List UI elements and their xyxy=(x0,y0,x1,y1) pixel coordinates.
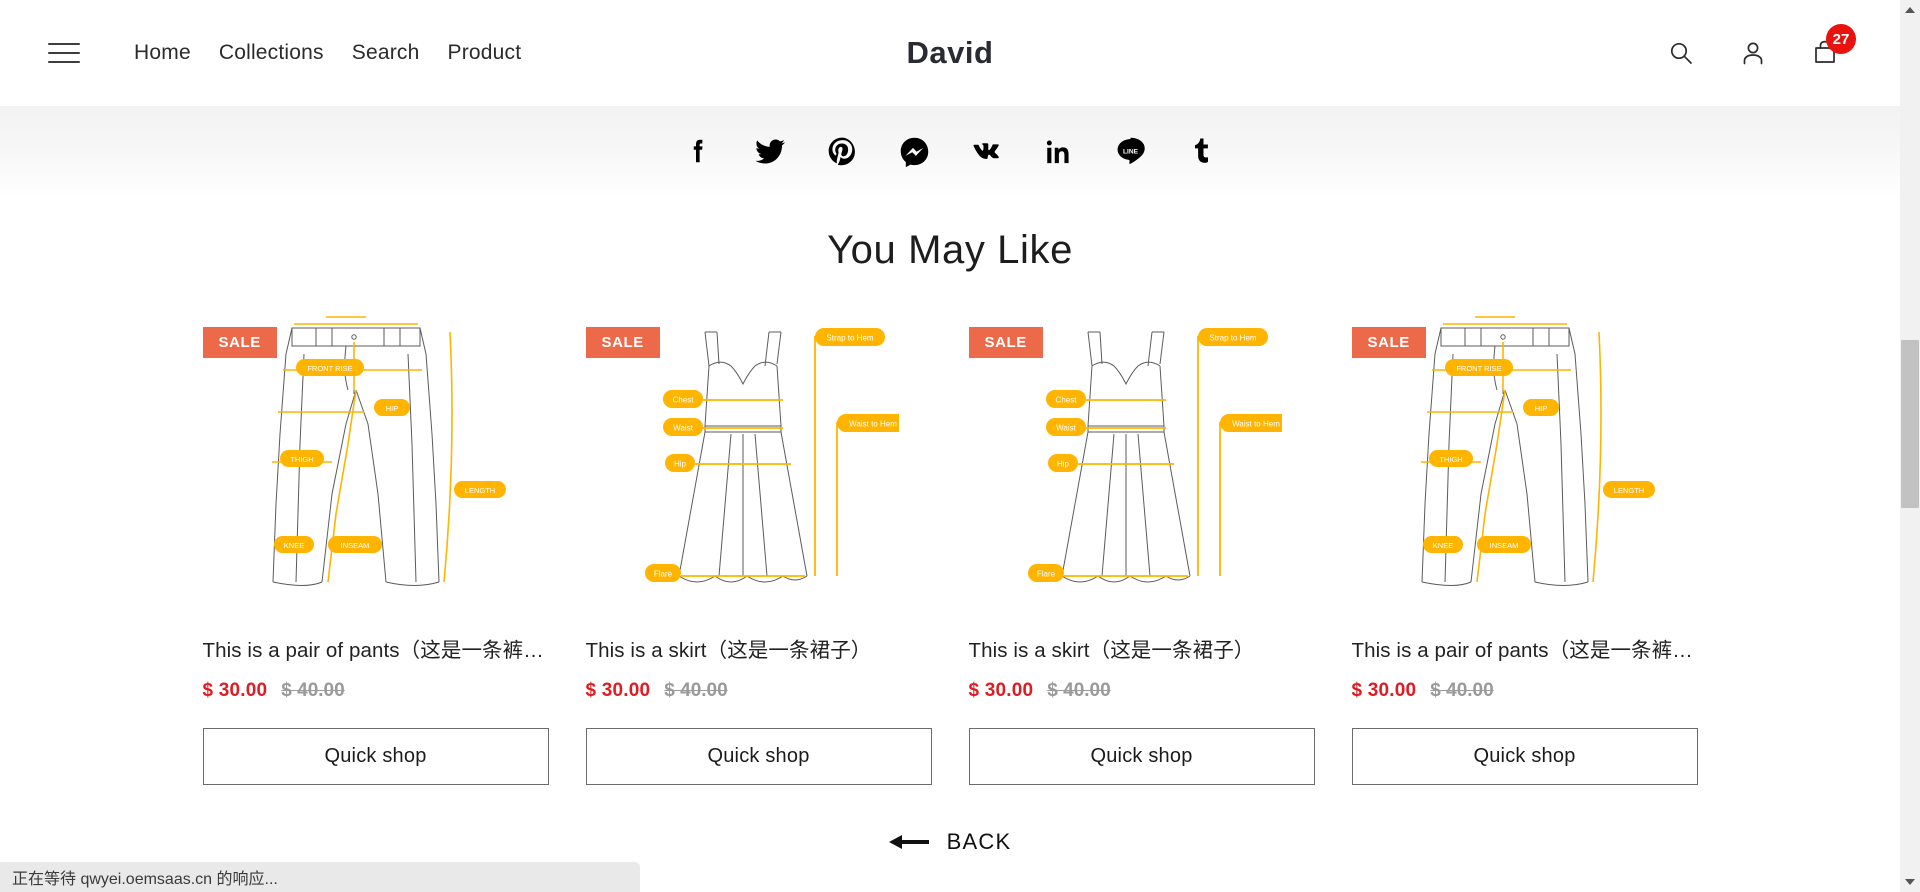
product-price: $ 30.00 $ 40.00 xyxy=(1352,680,1698,702)
product-card: SALE xyxy=(585,309,932,785)
site-header: Home Collections Search Product David 27 xyxy=(0,0,1900,106)
quick-shop-button[interactable]: Quick shop xyxy=(1351,728,1698,785)
measure-label: LENGTH xyxy=(1613,486,1643,495)
measure-label: INSEAM xyxy=(340,541,369,550)
nav-item-home[interactable]: Home xyxy=(120,35,205,71)
browser-status-bar: 正在等待 qwyei.oemsaas.cn 的响应... xyxy=(0,862,640,892)
pinterest-icon[interactable] xyxy=(819,128,865,174)
measure-label: FRONT RISE xyxy=(307,364,352,373)
measure-label: KNEE xyxy=(283,541,303,550)
measure-label: Flare xyxy=(1036,570,1055,579)
measure-label: Flare xyxy=(653,570,672,579)
back-link[interactable]: BACK xyxy=(0,829,1900,855)
product-price: $ 30.00 $ 40.00 xyxy=(969,680,1315,702)
product-title[interactable]: This is a skirt（这是一条裙子） xyxy=(969,633,1315,663)
nav-item-collections[interactable]: Collections xyxy=(205,35,338,71)
product-image[interactable]: SALE xyxy=(1351,309,1698,609)
measure-label: FRONT RISE xyxy=(1456,364,1501,373)
account-icon[interactable] xyxy=(1738,38,1768,68)
quick-shop-button[interactable]: Quick shop xyxy=(585,728,932,785)
product-card: SALE xyxy=(1351,309,1698,785)
scrollbar-thumb[interactable] xyxy=(1901,340,1919,508)
sale-price: $ 30.00 xyxy=(585,680,651,701)
hamburger-line xyxy=(48,43,80,45)
measure-label: LENGTH xyxy=(464,486,494,495)
search-icon[interactable] xyxy=(1666,38,1696,68)
back-label: BACK xyxy=(946,829,1012,854)
page-title: You May Like xyxy=(827,228,1073,272)
measure-label: Hip xyxy=(673,460,686,469)
compare-at-price: $ 40.00 xyxy=(664,680,728,701)
skirt-measurement-diagram: Chest Waist Hip Flare Strap to Hem Waist… xyxy=(644,328,899,583)
measure-label: Chest xyxy=(672,396,694,405)
measure-label: THIGH xyxy=(290,455,313,464)
social-icon-row: LINE xyxy=(0,128,1900,174)
line-icon[interactable]: LINE xyxy=(1107,128,1153,174)
sale-badge: SALE xyxy=(1351,327,1426,358)
sale-badge: SALE xyxy=(202,327,277,358)
primary-nav: Home Collections Search Product xyxy=(0,35,535,71)
measure-label: Waist to Hem xyxy=(1232,420,1280,429)
measure-label: Waist xyxy=(673,424,693,433)
cart-count-badge: 27 xyxy=(1826,24,1856,54)
measure-label: Waist to Hem xyxy=(849,420,897,429)
facebook-icon[interactable] xyxy=(675,128,721,174)
pants-measurement-diagram: FRONT RISE HIP THIGH KNEE INSEAM LENGTH xyxy=(1420,316,1655,586)
measure-label: KNEE xyxy=(1432,541,1452,550)
sale-price: $ 30.00 xyxy=(968,680,1034,701)
product-grid: SALE FRONT RISE HIP THIGH KNEE INSEAM LE… xyxy=(0,309,1900,785)
cart-icon[interactable]: 27 xyxy=(1810,24,1856,68)
measure-label: THIGH xyxy=(1439,455,1462,464)
measure-label: Waist xyxy=(1056,424,1076,433)
product-card: SALE xyxy=(968,309,1315,785)
status-text: 正在等待 qwyei.oemsaas.cn 的响应... xyxy=(12,871,278,888)
quick-shop-button[interactable]: Quick shop xyxy=(202,728,549,785)
product-card: SALE xyxy=(202,309,549,785)
product-title[interactable]: This is a skirt（这是一条裙子） xyxy=(586,633,932,663)
measure-label: Hip xyxy=(1056,460,1069,469)
product-price: $ 30.00 $ 40.00 xyxy=(586,680,932,702)
pants-measurement-diagram: FRONT RISE HIP THIGH KNEE INSEAM LENGTH xyxy=(271,316,506,586)
product-title[interactable]: This is a pair of pants（这是一条裤子… xyxy=(203,633,549,663)
scroll-down-arrow-icon[interactable] xyxy=(1900,872,1920,892)
twitter-icon[interactable] xyxy=(747,128,793,174)
sale-price: $ 30.00 xyxy=(202,680,268,701)
messenger-icon[interactable] xyxy=(891,128,937,174)
compare-at-price: $ 40.00 xyxy=(1047,680,1111,701)
measure-label: INSEAM xyxy=(1489,541,1518,550)
hamburger-icon[interactable] xyxy=(48,36,82,70)
sale-price: $ 30.00 xyxy=(1351,680,1417,701)
svg-text:LINE: LINE xyxy=(1123,148,1139,155)
linkedin-icon[interactable] xyxy=(1035,128,1081,174)
page-content: Home Collections Search Product David 27… xyxy=(0,0,1900,892)
scroll-up-arrow-icon[interactable] xyxy=(1900,0,1920,20)
sale-badge: SALE xyxy=(585,327,660,358)
measure-label: Strap to Hem xyxy=(826,334,873,343)
tumblr-icon[interactable] xyxy=(1179,128,1225,174)
page-scrollbar[interactable] xyxy=(1900,0,1920,892)
header-actions: 27 xyxy=(1666,24,1900,68)
compare-at-price: $ 40.00 xyxy=(281,680,345,701)
hamburger-line xyxy=(48,52,80,54)
product-image[interactable]: SALE xyxy=(585,309,932,609)
arrow-left-icon xyxy=(888,835,929,849)
social-share-bar: LINE xyxy=(0,106,1900,200)
nav-item-search[interactable]: Search xyxy=(338,35,434,71)
product-title[interactable]: This is a pair of pants（这是一条裤子… xyxy=(1352,633,1698,663)
product-image[interactable]: SALE xyxy=(202,309,549,609)
measure-label: Strap to Hem xyxy=(1209,334,1256,343)
nav-item-product[interactable]: Product xyxy=(434,35,536,71)
sale-badge: SALE xyxy=(968,327,1043,358)
vk-icon[interactable] xyxy=(963,128,1009,174)
hamburger-line xyxy=(48,61,80,63)
measure-label: HIP xyxy=(1534,404,1547,413)
product-image[interactable]: SALE xyxy=(968,309,1315,609)
quick-shop-button[interactable]: Quick shop xyxy=(968,728,1315,785)
compare-at-price: $ 40.00 xyxy=(1430,680,1494,701)
product-price: $ 30.00 $ 40.00 xyxy=(203,680,549,702)
browser-viewport: Home Collections Search Product David 27… xyxy=(0,0,1920,892)
skirt-measurement-diagram: Chest Waist Hip Flare Strap to Hem Waist… xyxy=(1027,328,1282,583)
measure-label: Chest xyxy=(1055,396,1077,405)
measure-label: HIP xyxy=(385,404,398,413)
